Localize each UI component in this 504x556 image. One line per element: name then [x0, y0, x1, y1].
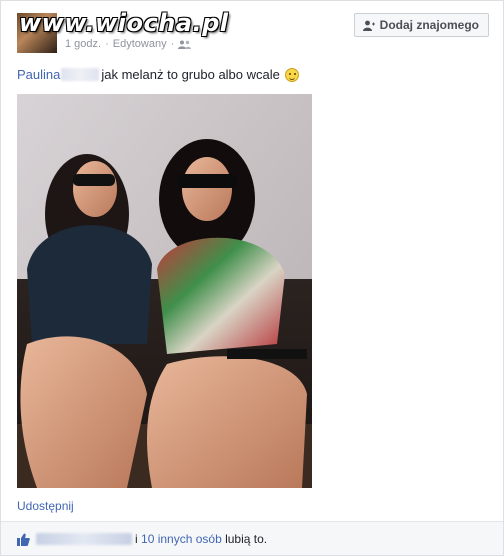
- post-meta: 1 godz. · Edytowany ·: [65, 38, 192, 50]
- post-photo[interactable]: [17, 94, 312, 488]
- add-friend-icon: [362, 20, 375, 31]
- add-friend-label: Dodaj znajomego: [379, 18, 479, 32]
- thumbs-up-icon: [17, 533, 30, 546]
- smiley-icon: [284, 67, 299, 82]
- post-header: www.wiocha.pl 1 godz. · Edytowany · Doda…: [1, 1, 503, 59]
- others-likes-link[interactable]: 10 innych osób: [141, 532, 222, 546]
- likes-connector: i: [135, 532, 138, 546]
- meta-separator-2: ·: [170, 38, 175, 50]
- edited-label[interactable]: Edytowany: [113, 38, 167, 50]
- blurred-liker-name: [36, 533, 132, 545]
- likes-summary: i 10 innych osób lubią to.: [17, 532, 267, 546]
- post-time[interactable]: 1 godz.: [65, 38, 101, 50]
- likes-bar: i 10 innych osób lubią to.: [1, 521, 503, 555]
- post-message: Paulina jak melanż to grubo albo wcale: [17, 67, 299, 82]
- message-text: jak melanż to grubo albo wcale: [101, 67, 280, 82]
- meta-separator: ·: [105, 38, 109, 50]
- blurred-surname: [61, 68, 100, 81]
- friends-icon[interactable]: [178, 40, 192, 49]
- share-link[interactable]: Udostępnij: [17, 499, 74, 513]
- watermark-logo: www.wiocha.pl: [19, 9, 229, 37]
- author-name-link[interactable]: Paulina: [17, 67, 60, 82]
- likes-suffix: lubią to.: [225, 532, 268, 546]
- add-friend-button[interactable]: Dodaj znajomego: [353, 13, 489, 37]
- post-card: www.wiocha.pl 1 godz. · Edytowany · Doda…: [0, 0, 504, 556]
